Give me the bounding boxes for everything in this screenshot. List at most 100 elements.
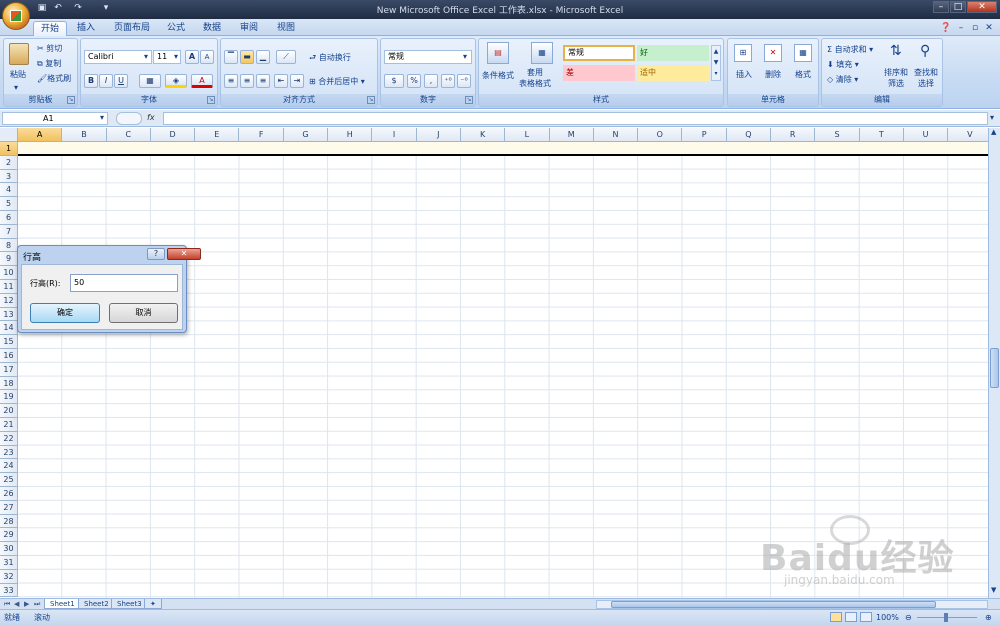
paste-dropdown-icon[interactable]: ▾ — [14, 83, 18, 92]
font-color-button[interactable]: A — [191, 74, 213, 88]
align-bottom-icon[interactable]: ▁ — [256, 50, 270, 64]
cut-button[interactable]: ✂ 剪切 — [37, 43, 62, 54]
increase-decimal-icon[interactable]: ⁺⁰ — [441, 74, 455, 88]
column-header-e[interactable]: E — [195, 128, 240, 142]
column-header-h[interactable]: H — [328, 128, 373, 142]
zoom-slider-thumb[interactable] — [944, 613, 948, 622]
font-name-select[interactable]: Calibri — [84, 50, 152, 64]
column-header-j[interactable]: J — [416, 128, 461, 142]
select-all-corner[interactable] — [0, 128, 18, 142]
vertical-scroll-thumb[interactable] — [990, 348, 999, 388]
style-bad[interactable]: 差 — [563, 65, 635, 81]
row-header-28[interactable]: 28 — [0, 514, 18, 529]
formula-input[interactable] — [163, 112, 988, 125]
row-header-26[interactable]: 26 — [0, 486, 18, 501]
vertical-scrollbar[interactable]: ▲ ▼ — [988, 128, 1000, 598]
tab-page-layout[interactable]: 页面布局 — [110, 21, 154, 36]
column-header-p[interactable]: P — [682, 128, 727, 142]
prev-sheet-icon[interactable]: ◀ — [14, 600, 22, 608]
autosum-button[interactable]: Σ 自动求和 ▾ — [827, 44, 873, 55]
insert-sheet-icon[interactable]: ✦ — [144, 599, 162, 609]
orientation-icon[interactable]: ⟋ — [276, 50, 296, 64]
row-header-15[interactable]: 15 — [0, 335, 18, 349]
wrap-text-button[interactable]: ⮐ 自动换行 — [309, 52, 351, 66]
decrease-indent-icon[interactable]: ⇤ — [274, 74, 288, 88]
column-header-s[interactable]: S — [815, 128, 860, 142]
currency-button[interactable]: $ — [384, 74, 404, 88]
page-layout-view-icon[interactable] — [845, 612, 857, 622]
row-header-18[interactable]: 18 — [0, 376, 18, 391]
tab-formulas[interactable]: 公式 — [162, 21, 190, 36]
column-header-d[interactable]: D — [150, 128, 196, 142]
column-header-k[interactable]: K — [460, 128, 506, 142]
row-header-19[interactable]: 19 — [0, 390, 18, 405]
align-middle-icon[interactable]: ▬ — [240, 50, 254, 64]
zoom-out-icon[interactable]: ⊖ — [905, 610, 912, 625]
row-header-23[interactable]: 23 — [0, 445, 18, 460]
row-header-6[interactable]: 6 — [0, 210, 18, 225]
row-header-32[interactable]: 32 — [0, 569, 18, 584]
delete-cells-button[interactable]: 删除 — [765, 69, 781, 80]
row-header-24[interactable]: 24 — [0, 459, 18, 474]
sheet-tab-1[interactable]: Sheet1 — [44, 599, 81, 609]
format-painter-button[interactable]: 🖌格式刷 — [37, 73, 71, 84]
row-header-9[interactable]: 9 — [0, 252, 18, 267]
row-header-29[interactable]: 29 — [0, 528, 18, 543]
border-button[interactable]: ▦ — [139, 74, 161, 88]
column-header-u[interactable]: U — [903, 128, 949, 142]
underline-button[interactable]: U — [114, 74, 128, 88]
row-header-7[interactable]: 7 — [0, 224, 18, 239]
maximize-button[interactable]: □ — [950, 1, 966, 13]
zoom-in-icon[interactable]: ⊕ — [985, 610, 992, 625]
column-header-n[interactable]: N — [593, 128, 639, 142]
selected-row-1[interactable] — [18, 142, 988, 156]
style-neutral[interactable]: 适中 — [637, 65, 709, 81]
tab-insert[interactable]: 插入 — [72, 21, 100, 36]
column-header-v[interactable]: V — [948, 128, 988, 142]
redo-icon[interactable]: ↷ — [72, 3, 84, 14]
row-header-3[interactable]: 3 — [0, 169, 18, 184]
grow-font-button[interactable]: A — [185, 50, 199, 64]
number-launcher-icon[interactable]: ↘ — [465, 96, 473, 104]
column-header-f[interactable]: F — [239, 128, 284, 142]
ok-button[interactable]: 确定 — [30, 303, 100, 323]
alignment-launcher-icon[interactable]: ↘ — [367, 96, 375, 104]
name-box[interactable]: A1 — [2, 112, 108, 125]
fill-color-button[interactable]: ◈ — [165, 74, 187, 88]
normal-view-icon[interactable] — [830, 612, 842, 622]
number-format-dropdown-icon[interactable]: ▾ — [463, 52, 467, 61]
row-header-14[interactable]: 14 — [0, 321, 18, 336]
row-header-13[interactable]: 13 — [0, 307, 18, 322]
tab-home[interactable]: 开始 — [33, 21, 67, 36]
row-header-22[interactable]: 22 — [0, 431, 18, 446]
tab-view[interactable]: 视图 — [272, 21, 300, 36]
dialog-close-button[interactable]: ✕ — [167, 248, 201, 260]
row-header-27[interactable]: 27 — [0, 500, 18, 515]
align-right-icon[interactable]: ≡ — [256, 74, 270, 88]
name-box-dropdown-icon[interactable]: ▾ — [100, 113, 104, 122]
format-cells-button[interactable]: 格式 — [795, 69, 811, 80]
row-header-21[interactable]: 21 — [0, 417, 18, 432]
row-header-11[interactable]: 11 — [0, 279, 18, 294]
percent-button[interactable]: % — [407, 74, 421, 88]
number-format-select[interactable]: 常规 — [384, 50, 472, 64]
column-header-g[interactable]: G — [283, 128, 329, 142]
tab-data[interactable]: 数据 — [198, 21, 226, 36]
help-icon[interactable]: ❓ — [940, 21, 952, 36]
formula-expand-arrow-icon[interactable]: ▾ — [990, 113, 994, 122]
column-header-r[interactable]: R — [771, 128, 816, 142]
sheet-tab-3[interactable]: Sheet3 — [111, 599, 148, 609]
sheet-tab-2[interactable]: Sheet2 — [78, 599, 115, 609]
page-break-view-icon[interactable] — [860, 612, 872, 622]
row-height-input[interactable]: 50 — [70, 274, 178, 292]
paste-button[interactable]: 粘贴 — [10, 69, 26, 80]
row-header-8[interactable]: 8 — [0, 238, 18, 253]
insert-cells-button[interactable]: 插入 — [736, 69, 752, 80]
column-header-b[interactable]: B — [62, 128, 107, 142]
font-name-dropdown-icon[interactable]: ▾ — [144, 52, 148, 61]
row-header-20[interactable]: 20 — [0, 404, 18, 418]
ribbon-minimize-icon[interactable]: – — [956, 21, 966, 36]
column-header-l[interactable]: L — [505, 128, 550, 142]
sort-filter-button[interactable]: 排序和 筛选 — [884, 67, 908, 89]
merge-center-button[interactable]: ⊞ 合并后居中 ▾ — [309, 76, 365, 87]
